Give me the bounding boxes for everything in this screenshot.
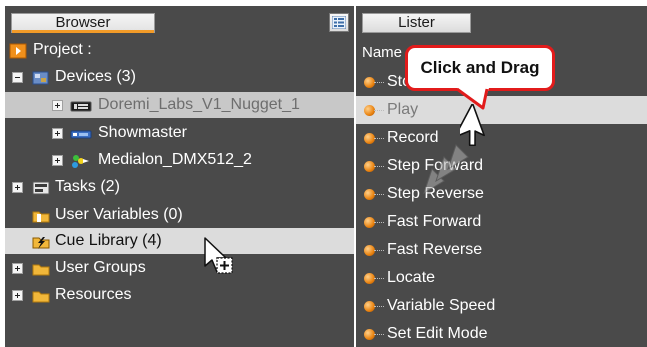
list-item-label: Fast Reverse xyxy=(387,241,483,258)
tree-item-doremi-labs[interactable]: Doremi_Labs_V1_Nugget_1 xyxy=(5,92,354,118)
folder-icon xyxy=(32,287,50,303)
tree-item-label: Devices (3) xyxy=(55,68,136,85)
list-item[interactable]: Fast Reverse xyxy=(356,236,647,264)
expand-icon[interactable] xyxy=(52,128,63,139)
list-item-label: Set Edit Mode xyxy=(387,325,488,342)
showmaster-icon xyxy=(70,125,92,141)
browser-tabbar: Browser xyxy=(5,6,354,36)
tree-item-label: Showmaster xyxy=(98,124,187,141)
cue-icon xyxy=(364,77,384,88)
list-item[interactable]: Play xyxy=(356,96,647,124)
list-item-label: Locate xyxy=(387,269,436,286)
list-view-icon[interactable] xyxy=(329,13,349,32)
cue-library-icon xyxy=(32,233,50,249)
expand-icon[interactable] xyxy=(52,155,63,166)
list-item[interactable]: Set Edit Mode xyxy=(356,320,647,347)
devices-icon xyxy=(32,69,50,85)
cue-icon xyxy=(364,245,384,256)
drag-copy-cursor-icon xyxy=(204,237,233,274)
expand-icon[interactable] xyxy=(12,182,23,193)
tree-item-showmaster[interactable]: Showmaster xyxy=(5,120,354,146)
tree-item-medialon-dmx[interactable]: Medialon_DMX512_2 xyxy=(5,147,354,173)
list-item-label: Fast Forward xyxy=(387,213,482,230)
tree-item-label: Cue Library (4) xyxy=(55,232,162,249)
tree-item-cue-library[interactable]: Cue Library (4) xyxy=(5,228,354,254)
arrow-cursor-icon xyxy=(460,104,485,146)
cue-icon xyxy=(364,329,384,340)
browser-panel: Browser Project : Devices (3) Doremi_Lab… xyxy=(5,6,354,347)
tree-item-label: Project : xyxy=(33,41,92,58)
list-item[interactable]: Fast Forward xyxy=(356,208,647,236)
tab-browser[interactable]: Browser xyxy=(11,13,155,33)
folder-icon xyxy=(32,207,50,223)
expand-icon[interactable] xyxy=(12,290,23,301)
list-item[interactable]: Record xyxy=(356,124,647,152)
list-item[interactable]: Locate xyxy=(356,264,647,292)
callout-text: Click and Drag xyxy=(420,58,540,77)
cue-icon xyxy=(364,189,384,200)
tree-item-label: Tasks (2) xyxy=(55,178,120,195)
list-item-label: Play xyxy=(387,101,419,118)
cue-icon xyxy=(364,161,384,172)
tree-item-user-variables[interactable]: User Variables (0) xyxy=(5,202,354,228)
cue-icon xyxy=(364,217,384,228)
list-item[interactable]: Step Reverse xyxy=(356,180,647,208)
cue-icon xyxy=(364,105,384,116)
list-item[interactable]: Variable Speed xyxy=(356,292,647,320)
cue-icon xyxy=(364,301,384,312)
tasks-icon xyxy=(32,179,50,195)
tree-item-label: User Variables (0) xyxy=(55,206,183,223)
tree-item-label: Resources xyxy=(55,286,132,303)
callout-tail xyxy=(457,88,489,110)
collapse-icon[interactable] xyxy=(12,72,23,83)
tree-item-user-groups[interactable]: User Groups xyxy=(5,255,354,281)
tree-item-label: User Groups xyxy=(55,259,146,276)
tree-item-tasks[interactable]: Tasks (2) xyxy=(5,174,354,200)
list-item[interactable]: Step Forward xyxy=(356,152,647,180)
cue-icon xyxy=(364,133,384,144)
tab-lister[interactable]: Lister xyxy=(362,13,471,33)
tree-item-project[interactable]: Project : xyxy=(5,37,354,63)
expand-icon[interactable] xyxy=(52,100,63,111)
tree-item-resources[interactable]: Resources xyxy=(5,282,354,308)
project-icon xyxy=(9,42,27,59)
folder-icon xyxy=(32,260,50,276)
cue-icon xyxy=(364,273,384,284)
tree-item-label: Medialon_DMX512_2 xyxy=(98,151,252,168)
list-item-label: Variable Speed xyxy=(387,297,496,314)
click-and-drag-callout: Click and Drag xyxy=(405,45,555,91)
tree-item-label: Doremi_Labs_V1_Nugget_1 xyxy=(98,96,300,113)
tree-item-devices[interactable]: Devices (3) xyxy=(5,64,354,90)
device-card-icon xyxy=(70,97,92,113)
dmx-icon xyxy=(70,152,92,168)
expand-icon[interactable] xyxy=(12,263,23,274)
